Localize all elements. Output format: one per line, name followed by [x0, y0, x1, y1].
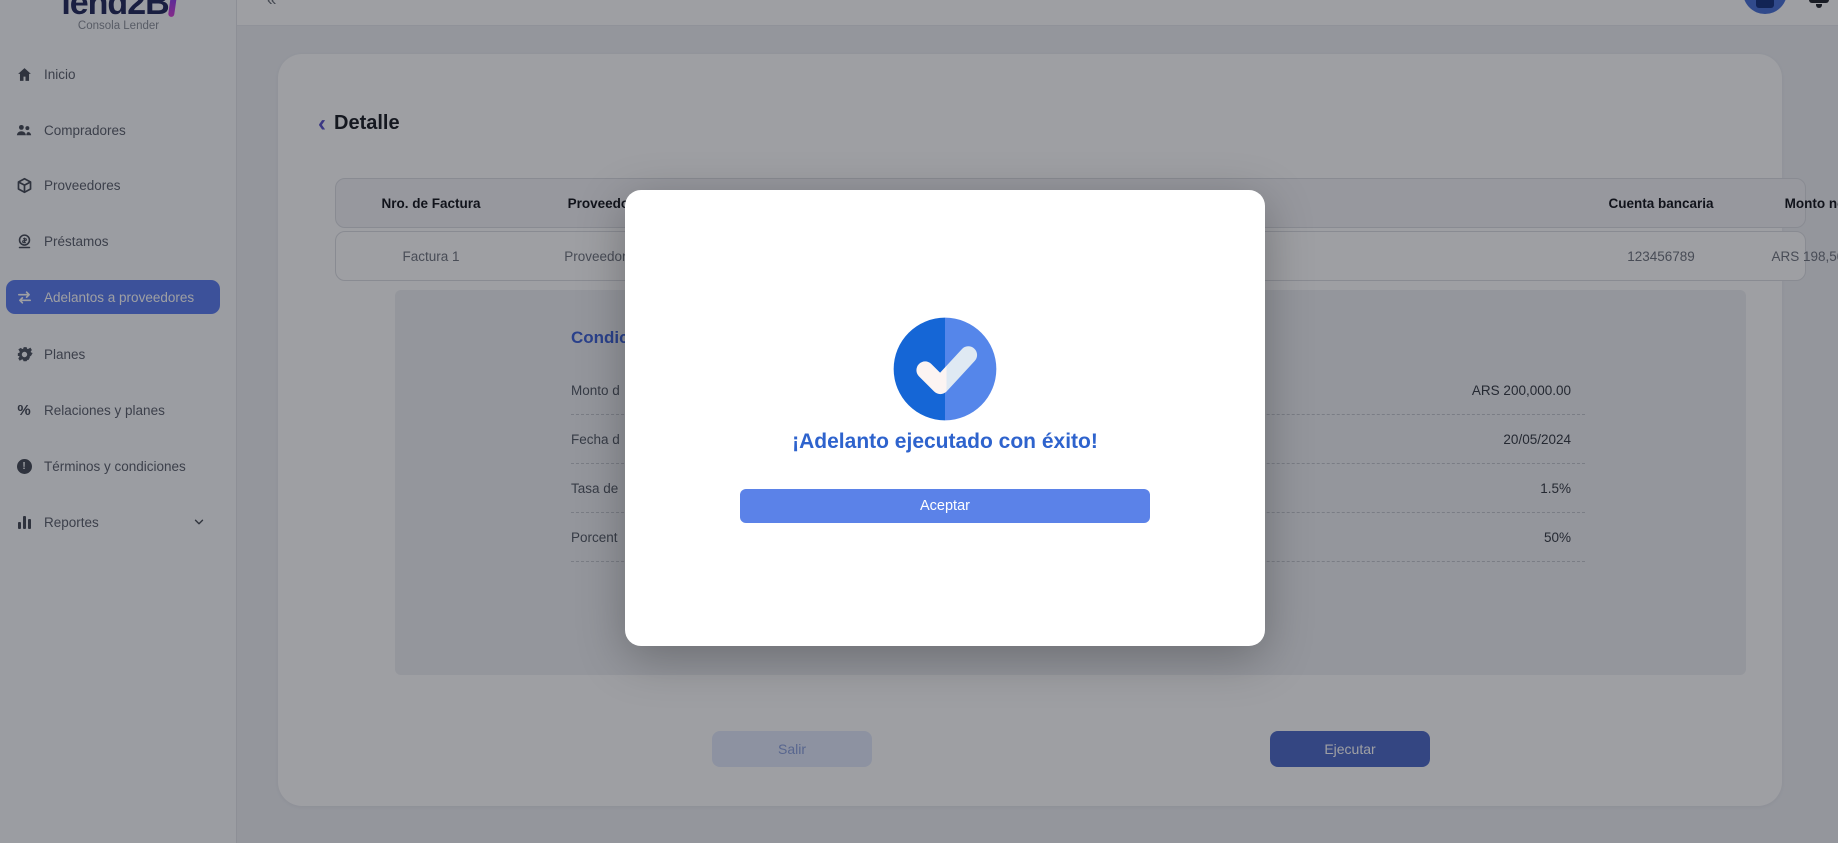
success-modal: ¡Adelanto ejecutado con éxito! Aceptar — [625, 190, 1265, 646]
aceptar-button[interactable]: Aceptar — [740, 489, 1150, 523]
success-check-icon — [889, 313, 1001, 425]
modal-title: ¡Adelanto ejecutado con éxito! — [625, 430, 1265, 454]
